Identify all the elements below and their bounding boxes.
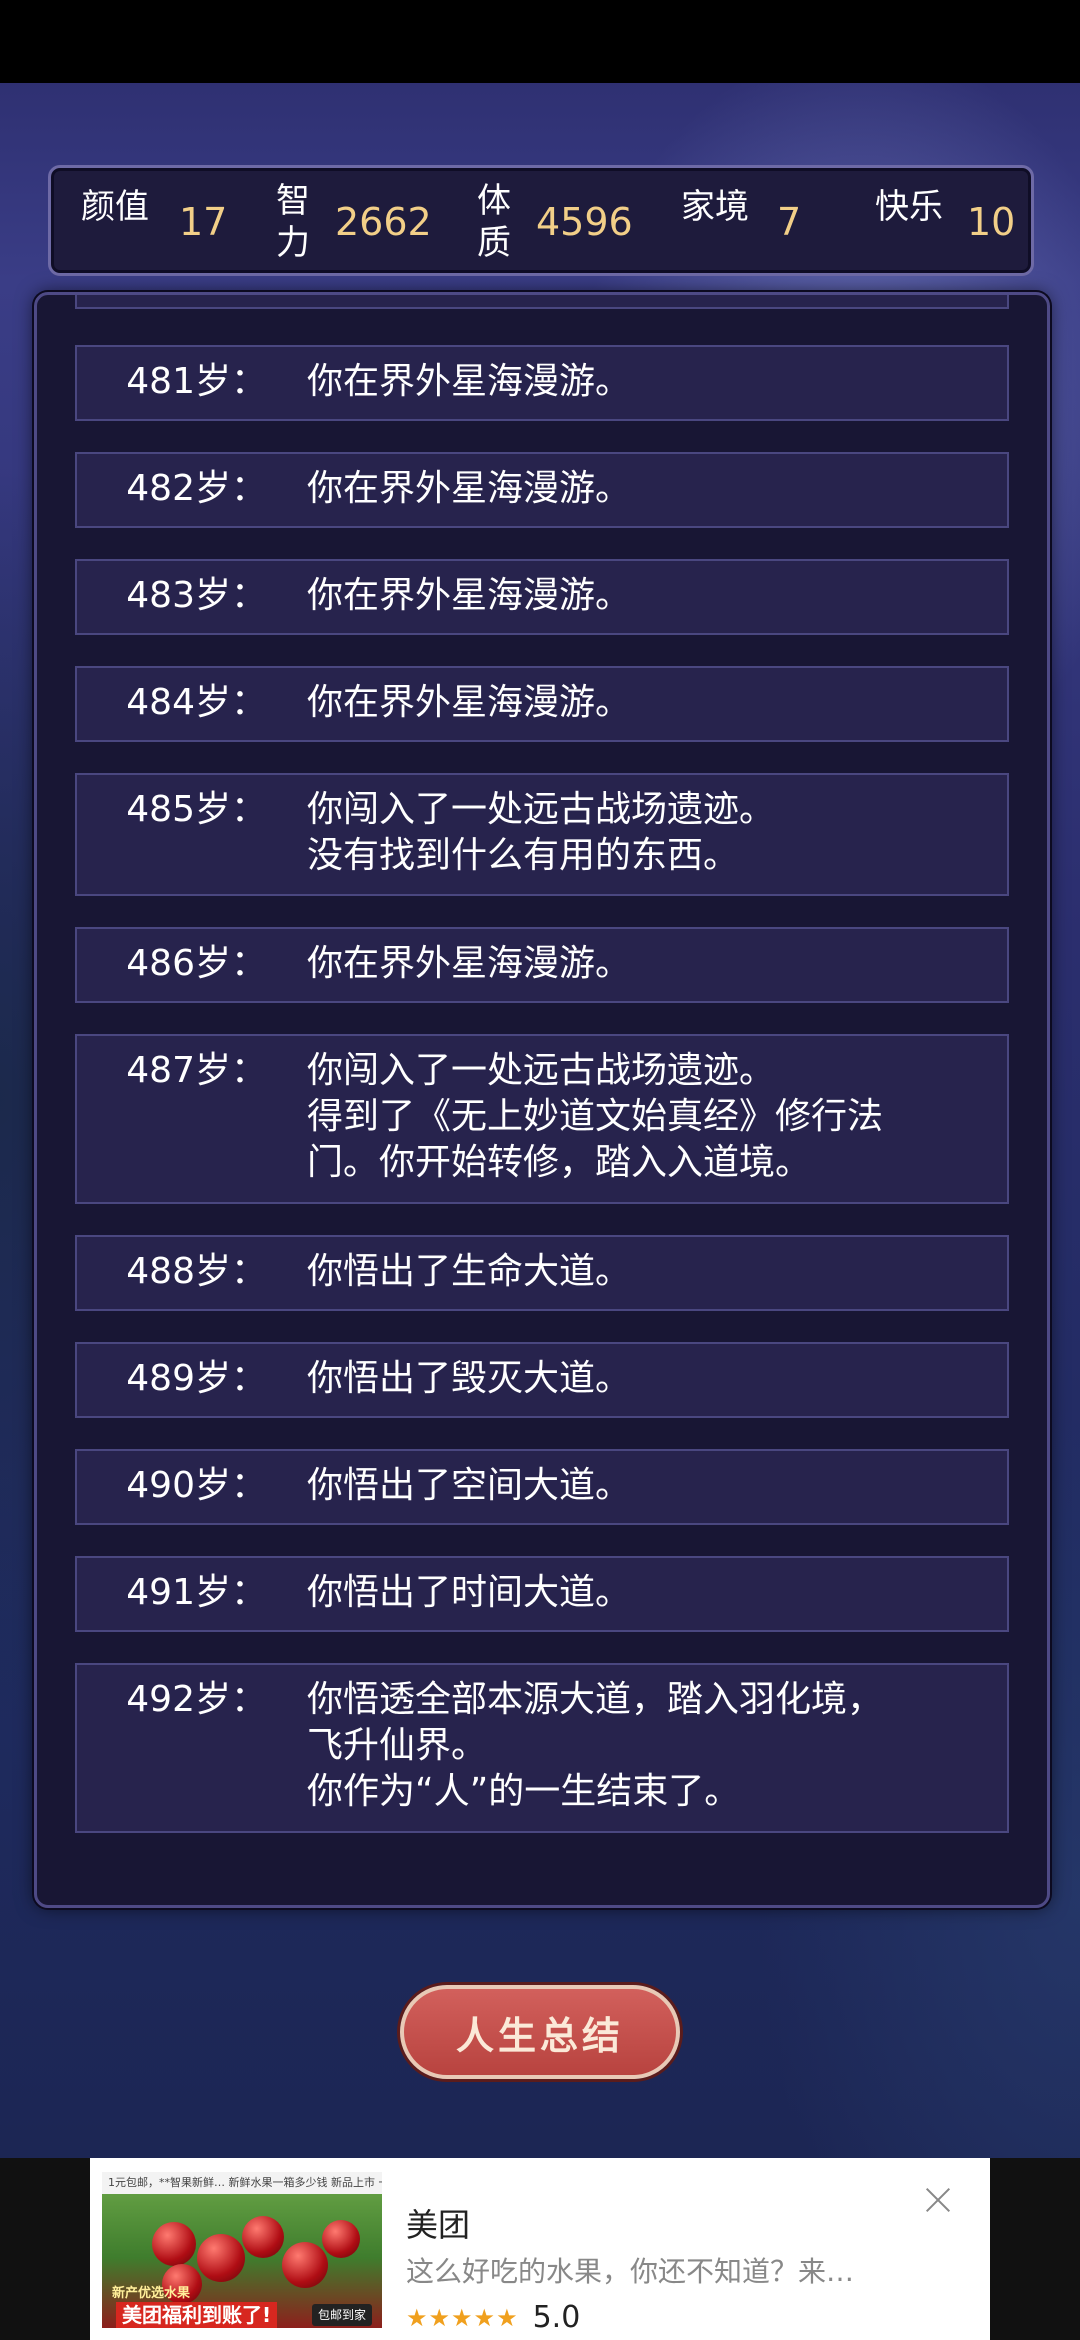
stat-appearance: 颜值 17 xyxy=(81,180,227,264)
event-text: 你悟出了生命大道。 xyxy=(307,1251,632,1292)
event-row: 488岁： 你悟出了生命大道。 xyxy=(75,1235,1009,1311)
event-age: 487岁： xyxy=(126,1050,267,1091)
event-text: 你悟出了毁灭大道。 xyxy=(307,1358,632,1399)
stat-value: 10 xyxy=(967,200,1016,244)
cherry-graphic xyxy=(282,2242,328,2288)
event-text: 你在界外星海漫游。 xyxy=(307,575,632,616)
event-text: 你在界外星海漫游。 xyxy=(307,943,632,984)
stat-label: 颜值 xyxy=(81,187,149,227)
cherry-graphic xyxy=(322,2220,360,2258)
event-text: 你悟透全部本源大道，踏入羽化境， 飞升仙界。 你作为“人”的一生结束了。 xyxy=(307,1679,884,1812)
ad-caption-small: 新产优选水果 xyxy=(112,2286,191,2301)
event-age: 482岁： xyxy=(126,468,267,509)
cherry-graphic xyxy=(152,2222,196,2266)
event-text: 你闯入了一处远古战场遗迹。 没有找到什么有用的东西。 xyxy=(307,789,776,876)
event-row: 483岁： 你在界外星海漫游。 xyxy=(75,559,1009,635)
event-row: 484岁： 你在界外星海漫游。 xyxy=(75,666,1009,742)
stat-value: 2662 xyxy=(335,200,432,244)
stat-value: 4596 xyxy=(536,200,633,244)
event-age: 483岁： xyxy=(126,575,267,616)
attribute-bar: 颜值 17 智 力 2662 体 质 4596 家境 7 快乐 10 xyxy=(48,165,1034,276)
stat-family: 家境 7 xyxy=(681,180,801,264)
stat-value: 17 xyxy=(179,200,228,244)
event-age: 481岁： xyxy=(126,361,267,402)
ad-rating-score: 5.0 xyxy=(532,2300,581,2335)
ad-image[interactable]: 1元包邮，**智果新鲜… 新鲜水果一箱多少钱 新品上市 一件包邮 新产优选水果 … xyxy=(102,2172,382,2328)
event-text: 你在界外星海漫游。 xyxy=(307,468,632,509)
event-age: 485岁： xyxy=(126,789,267,830)
stat-intelligence: 智 力 2662 xyxy=(273,180,432,264)
event-row: 485岁： 你闯入了一处远古战场遗迹。 没有找到什么有用的东西。 xyxy=(75,773,1009,896)
stat-value: 7 xyxy=(777,200,802,244)
event-row: 492岁： 你悟透全部本源大道，踏入羽化境， 飞升仙界。 你作为“人”的一生结束… xyxy=(75,1663,1009,1833)
stat-happiness: 快乐 10 xyxy=(875,180,1015,264)
event-age: 489岁： xyxy=(126,1358,267,1399)
stat-constitution: 体 质 4596 xyxy=(474,180,633,264)
ad-banner[interactable]: 1元包邮，**智果新鲜… 新鲜水果一箱多少钱 新品上市 一件包邮 新产优选水果 … xyxy=(90,2158,990,2340)
event-row: 482岁： 你在界外星海漫游。 xyxy=(75,452,1009,528)
event-age: 491岁： xyxy=(126,1572,267,1613)
close-icon[interactable] xyxy=(920,2182,956,2218)
event-row: 489岁： 你悟出了毁灭大道。 xyxy=(75,1342,1009,1418)
stat-label: 智 力 xyxy=(276,181,310,263)
ad-description: 这么好吃的水果，你还不知道？来… xyxy=(406,2255,855,2288)
event-row: 481岁： 你在界外星海漫游。 xyxy=(75,345,1009,421)
event-row-partial xyxy=(75,295,1009,309)
event-row: 486岁： 你在界外星海漫游。 xyxy=(75,927,1009,1003)
life-summary-button[interactable]: 人生总结 xyxy=(400,1985,680,2079)
stat-label: 家境 xyxy=(681,187,749,227)
stat-label: 快乐 xyxy=(875,187,943,227)
event-text: 你在界外星海漫游。 xyxy=(307,682,632,723)
cherry-graphic xyxy=(197,2234,245,2282)
event-age: 490岁： xyxy=(126,1465,267,1506)
life-event-log[interactable]: 481岁： 你在界外星海漫游。 482岁： 你在界外星海漫游。 483岁： 你在… xyxy=(34,292,1050,1908)
event-text: 你悟出了时间大道。 xyxy=(307,1572,632,1613)
event-text: 你在界外星海漫游。 xyxy=(307,361,632,402)
event-text: 你闯入了一处远古战场遗迹。 得到了《无上妙道文始真经》修行法 门。你开始转修，踏… xyxy=(307,1050,884,1183)
event-age: 486岁： xyxy=(126,943,267,984)
event-text: 你悟出了空间大道。 xyxy=(307,1465,632,1506)
event-row: 490岁： 你悟出了空间大道。 xyxy=(75,1449,1009,1525)
ad-image-caption: 新产优选水果 美团福利到账了! 包邮到家 xyxy=(102,2286,382,2328)
status-bar xyxy=(0,0,1080,83)
ad-image-top-text: 1元包邮，**智果新鲜… 新鲜水果一箱多少钱 新品上市 一件包邮 xyxy=(102,2172,382,2194)
event-age: 488岁： xyxy=(126,1251,267,1292)
event-row: 491岁： 你悟出了时间大道。 xyxy=(75,1556,1009,1632)
ad-rating: ★★★★★ 5.0 xyxy=(406,2300,580,2335)
ad-brand: 美团 xyxy=(406,2206,471,2244)
event-row: 487岁： 你闯入了一处远古战场遗迹。 得到了《无上妙道文始真经》修行法 门。你… xyxy=(75,1034,1009,1204)
stat-label: 体 质 xyxy=(477,181,511,263)
event-age: 484岁： xyxy=(126,682,267,723)
ad-caption-button: 包邮到家 xyxy=(312,2304,373,2326)
event-age: 492岁： xyxy=(126,1679,267,1720)
ad-caption-main: 美团福利到账了! xyxy=(116,2302,278,2328)
star-rating-icon: ★★★★★ xyxy=(406,2303,519,2332)
cherry-graphic xyxy=(242,2216,284,2258)
